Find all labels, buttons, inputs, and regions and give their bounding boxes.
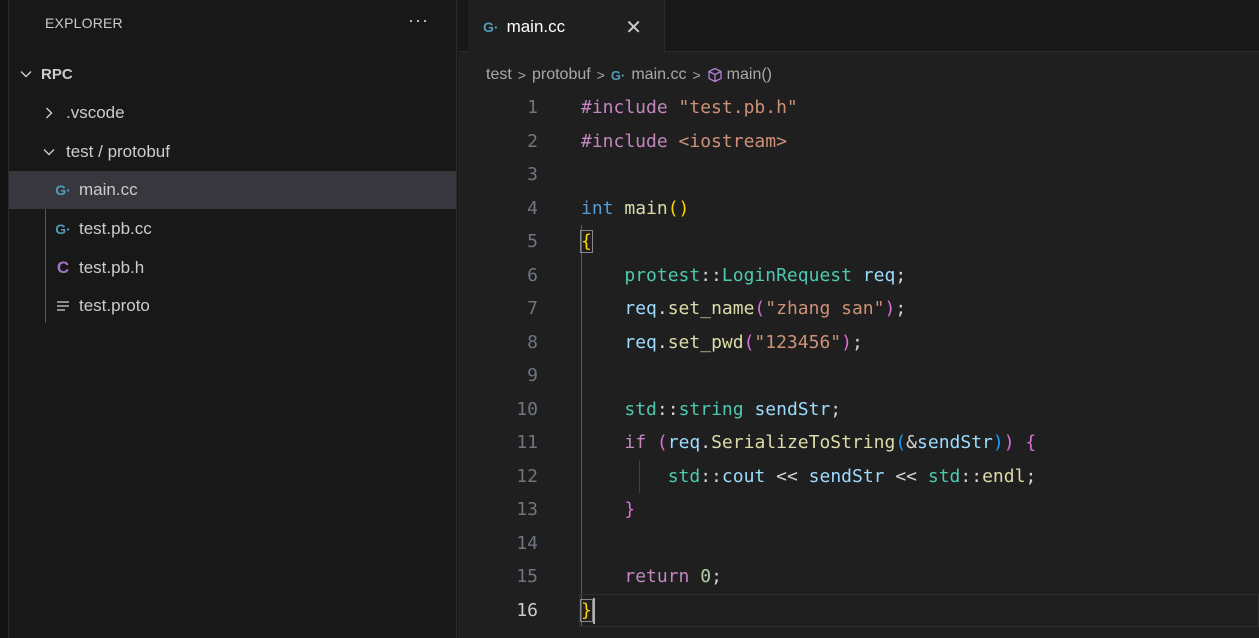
cpp-file-icon: G· [55, 221, 71, 237]
function-cube-icon [707, 67, 723, 83]
tree-folder-test-protobuf[interactable]: test / protobuf [9, 133, 456, 171]
code-line: 2 #include <iostream> [458, 125, 1259, 159]
line-number: 9 [527, 365, 538, 387]
line-number: 8 [527, 331, 538, 353]
more-actions-icon[interactable]: ··· [408, 10, 429, 31]
tree-label: RPC [41, 65, 73, 83]
close-icon[interactable]: ✕ [625, 15, 642, 40]
code-line: 14 [458, 527, 1259, 561]
chevron-down-icon [19, 67, 37, 81]
tree-folder-rpc[interactable]: RPC [9, 55, 456, 93]
line-number: 4 [527, 197, 538, 219]
cpp-file-icon: G· [483, 18, 499, 35]
chevron-down-icon [42, 145, 60, 159]
code-line: 9 [458, 359, 1259, 393]
code-line: 13 } [458, 493, 1259, 527]
code-line-active: 16 } [458, 594, 1259, 628]
line-number: 11 [516, 432, 538, 454]
tree-label: test.pb.h [79, 258, 145, 277]
line-number: 7 [527, 298, 538, 320]
line-number: 10 [516, 398, 538, 420]
tree-label: main.cc [79, 180, 138, 199]
code-line: 4 int main() [458, 192, 1259, 226]
code-line: 3 [458, 158, 1259, 192]
chevron-right-icon: > [692, 67, 701, 83]
editor-area: G· main.cc ✕ test > protobuf > G· main.c… [458, 0, 1259, 638]
explorer-sidebar: EXPLORER ··· RPC .vscode test / protobuf… [0, 0, 457, 638]
line-number: 13 [516, 499, 538, 521]
tree-file-test-pb-h[interactable]: C test.pb.h [9, 249, 456, 287]
tree-label: test / protobuf [66, 142, 170, 161]
cpp-file-icon: G· [55, 182, 71, 198]
line-number: 1 [527, 97, 538, 119]
code-line: 10 std::string sendStr; [458, 393, 1259, 427]
line-number: 2 [527, 130, 538, 152]
code-line: 1 #include "test.pb.h" [458, 91, 1259, 125]
code-editor[interactable]: 1 #include "test.pb.h" 2 #include <iostr… [458, 91, 1259, 627]
explorer-title: EXPLORER [45, 15, 123, 31]
breadcrumb-item-main-cc[interactable]: main.cc [631, 66, 686, 84]
breadcrumb-item-protobuf[interactable]: protobuf [532, 66, 591, 84]
activity-edge [0, 0, 9, 638]
tab-main-cc[interactable]: G· main.cc ✕ [468, 0, 665, 53]
tab-bar: G· main.cc ✕ [458, 0, 1259, 53]
tree-file-test-proto[interactable]: test.proto [9, 287, 456, 325]
breadcrumb-item-test[interactable]: test [486, 66, 512, 84]
chevron-right-icon: > [596, 67, 605, 83]
tree-label: test.pb.cc [79, 219, 152, 238]
tree-label: test.proto [79, 296, 150, 315]
line-number: 6 [527, 264, 538, 286]
tree-file-test-pb-cc[interactable]: G· test.pb.cc [9, 210, 456, 248]
tree-file-main-cc[interactable]: G· main.cc [9, 171, 456, 209]
line-number: 15 [516, 566, 538, 588]
code-line: 15 return 0; [458, 560, 1259, 594]
code-line: 8 req.set_pwd("123456"); [458, 326, 1259, 360]
line-number: 12 [516, 465, 538, 487]
code-line: 7 req.set_name("zhang san"); [458, 292, 1259, 326]
code-line: 12 std::cout << sendStr << std::endl; [458, 460, 1259, 494]
c-header-file-icon: C [56, 258, 70, 277]
explorer-header: EXPLORER ··· [9, 0, 457, 48]
code-line: 11 if (req.SerializeToString(&sendStr)) … [458, 426, 1259, 460]
text-file-icon [53, 296, 73, 316]
breadcrumb: test > protobuf > G· main.cc > main() [486, 62, 772, 88]
code-line: 6 protest::LoginRequest req; [458, 259, 1259, 293]
text-cursor [593, 598, 595, 624]
tree-label: .vscode [66, 103, 125, 122]
chevron-right-icon [42, 106, 60, 120]
line-number: 3 [527, 164, 538, 186]
tree-folder-vscode[interactable]: .vscode [9, 94, 456, 132]
breadcrumb-item-main-fn[interactable]: main() [727, 66, 772, 84]
line-number: 14 [516, 532, 538, 554]
line-number: 5 [527, 231, 538, 253]
cpp-file-icon: G· [610, 67, 626, 83]
line-number: 16 [516, 599, 538, 621]
chevron-right-icon: > [517, 67, 526, 83]
code-line: 5 { [458, 225, 1259, 259]
tab-label: main.cc [506, 16, 566, 36]
